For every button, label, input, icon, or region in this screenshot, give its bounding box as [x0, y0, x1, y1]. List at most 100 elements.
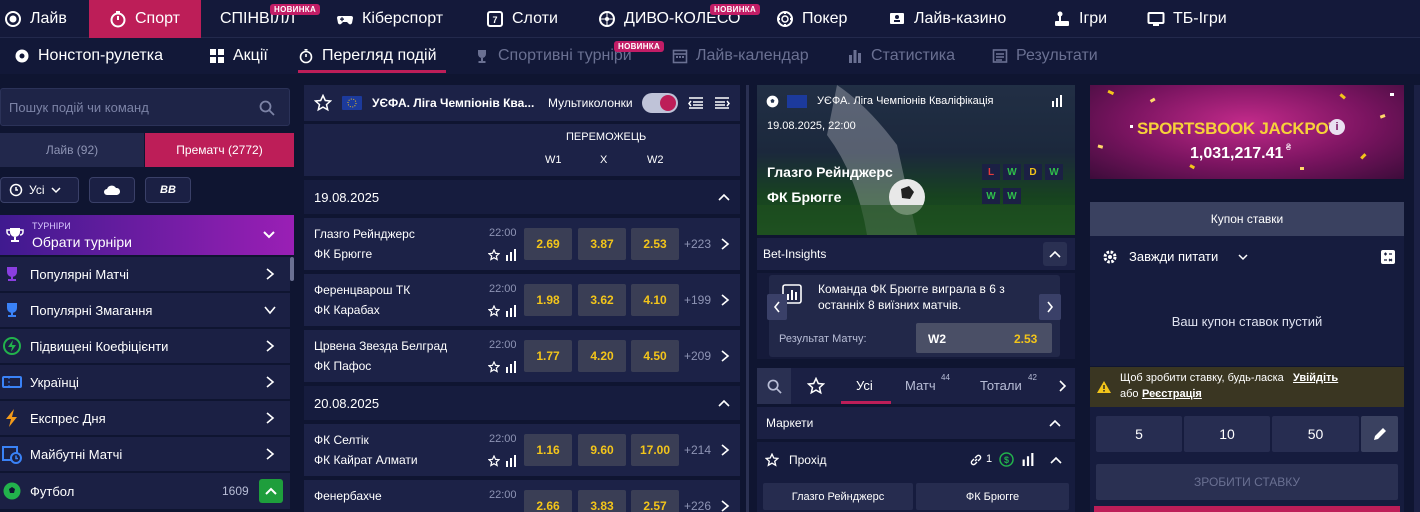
match-row[interactable]: Глазго Рейнджерс ФК Брюгге 22:00 2.69 3.… [304, 218, 740, 270]
subnav-sport-tournaments[interactable]: Спортивні турніри [474, 38, 632, 74]
menu-express-of-day[interactable]: Експрес Дня [0, 401, 290, 435]
match-row[interactable]: ФК Селтік ФК Кайрат Алмати 22:00 1.16 9.… [304, 424, 740, 476]
place-bet-button[interactable]: ЗРОБИТИ СТАВКУ [1096, 464, 1398, 500]
nav-esports[interactable]: Кіберспорт [336, 0, 443, 38]
nav-poker[interactable]: Покер [776, 0, 847, 38]
nav-live-casino[interactable]: Лайв-казино [888, 0, 1006, 38]
info-icon[interactable]: i [1329, 119, 1345, 135]
odd-w1-button[interactable]: 2.69 [524, 228, 572, 260]
nav-tv-games[interactable]: ТБ-Ігри [1147, 0, 1227, 38]
odds-change-select[interactable]: Завжди питати [1129, 249, 1218, 264]
markets-header[interactable]: Маркети [757, 407, 1075, 439]
stats-icon[interactable] [505, 249, 517, 261]
odd-w2-button[interactable]: 4.10 [631, 284, 679, 316]
menu-popular-matches[interactable]: Популярні Матчі [0, 257, 290, 291]
search-icon[interactable] [757, 368, 791, 404]
login-link[interactable]: Увійдіть [1293, 372, 1338, 384]
scrollbar-track[interactable] [1414, 85, 1420, 512]
match-row[interactable]: Црвена Звезда Белград ФК Пафос 22:00 1.7… [304, 330, 740, 382]
tab-live[interactable]: Лайв (92) [0, 133, 144, 167]
subnav-event-view[interactable]: Перегляд подій [298, 38, 437, 74]
star-icon[interactable] [488, 455, 500, 467]
star-icon[interactable] [488, 305, 500, 317]
tab-all[interactable]: Усі [856, 378, 873, 393]
cloud-filter-button[interactable] [89, 177, 135, 203]
tab-totals[interactable]: Тотали [980, 378, 1022, 393]
nav-slots[interactable]: 7 Слоти [486, 0, 558, 38]
outcome-away-button[interactable]: ФК Брюгге [916, 483, 1069, 510]
carousel-prev-button[interactable] [767, 294, 787, 320]
odd-x-button[interactable]: 3.62 [578, 284, 626, 316]
subnav-results[interactable]: Результати [992, 38, 1098, 74]
nav-sport[interactable]: Спорт [89, 0, 201, 38]
odd-w2-button[interactable]: 2.57 [631, 490, 679, 512]
multicolumns-toggle[interactable] [642, 93, 678, 113]
market-tabs: Усі Матч 44 Тотали 42 [757, 368, 1075, 404]
odd-w1-button[interactable]: 1.77 [524, 340, 572, 372]
stake-preset-button[interactable]: 50 [1272, 416, 1359, 452]
nav-games[interactable]: Ігри [1053, 0, 1107, 38]
odd-w2-button[interactable]: 4.50 [631, 340, 679, 372]
carousel-next-button[interactable] [1039, 294, 1061, 320]
tab-match[interactable]: Матч [905, 378, 936, 393]
star-icon[interactable] [314, 94, 332, 112]
stats-icon[interactable] [505, 455, 517, 467]
jackpot-banner[interactable]: SPORTSBOOK JACKPOT i 1,031,217.41 ₴ [1090, 85, 1404, 179]
subnav-nonstop-roulette[interactable]: Нонстоп-рулетка [14, 38, 163, 74]
time-filter-select[interactable]: Усі [0, 177, 79, 203]
insight-odd-button[interactable]: W2 2.53 [916, 323, 1052, 353]
subnav-statistics[interactable]: Статистика [847, 38, 955, 74]
collapse-all-icon[interactable] [688, 95, 704, 111]
chevron-right-icon[interactable] [1059, 379, 1067, 393]
coupon-body: Завжди питати Ваш купон ставок пустий [1090, 236, 1404, 366]
subnav-promotions[interactable]: Акції [209, 38, 268, 74]
odd-x-button[interactable]: 3.87 [578, 228, 626, 260]
menu-popular-competitions[interactable]: Популярні Змагання [0, 293, 290, 327]
menu-ukrainians[interactable]: Українці [0, 365, 290, 399]
date-group-header[interactable]: 19.08.2025 [304, 180, 740, 214]
calculator-icon[interactable] [1380, 249, 1396, 265]
date-group-header[interactable]: 20.08.2025 [304, 386, 740, 420]
stats-icon[interactable] [505, 305, 517, 317]
stake-preset-button[interactable]: 5 [1096, 416, 1182, 452]
stats-icon[interactable] [1051, 95, 1063, 107]
chevron-up-icon[interactable] [1043, 242, 1067, 266]
odd-w1-button[interactable]: 1.98 [524, 284, 572, 316]
stats-icon[interactable] [505, 361, 517, 373]
match-row[interactable]: Фенербахче 22:00 2.66 3.83 2.57 +226 [304, 480, 740, 512]
scrollbar-thumb[interactable] [290, 257, 294, 281]
gear-icon[interactable] [1102, 249, 1118, 265]
chevron-up-icon[interactable] [259, 479, 283, 503]
betbuilder-filter-button[interactable]: BB [145, 177, 191, 203]
menu-upcoming-matches[interactable]: Майбутні Матчі [0, 437, 290, 471]
stake-preset-button[interactable]: 10 [1184, 416, 1270, 452]
chevron-right-icon [720, 237, 730, 251]
odd-w1-button[interactable]: 1.16 [524, 434, 572, 466]
expand-all-icon[interactable] [714, 95, 730, 111]
edit-stakes-button[interactable] [1361, 416, 1398, 452]
tab-prematch[interactable]: Прематч (2772) [145, 133, 294, 167]
odd-w2-button[interactable]: 17.00 [631, 434, 679, 466]
nav-live[interactable]: Лайв [4, 0, 88, 38]
match-row[interactable]: Ференцварош ТК ФК Карабах 22:00 1.98 3.6… [304, 274, 740, 326]
bet-insights-header[interactable]: Bet-Insights [757, 238, 1075, 270]
odd-w1-button[interactable]: 2.66 [524, 490, 572, 512]
menu-boosted-odds[interactable]: Підвищені Коефіцієнти [0, 329, 290, 363]
odd-x-button[interactable]: 4.20 [578, 340, 626, 372]
register-link[interactable]: Реєстрація [1142, 388, 1202, 400]
chevron-down-icon [264, 303, 276, 317]
odd-x-button[interactable]: 9.60 [578, 434, 626, 466]
menu-football[interactable]: Футбол 1609 [0, 473, 290, 509]
outcome-home-button[interactable]: Глазго Рейнджерс [763, 483, 913, 510]
odd-w2-button[interactable]: 2.53 [631, 228, 679, 260]
scrollbar-track[interactable] [746, 85, 749, 512]
subnav-live-calendar[interactable]: Лайв-календар [672, 38, 809, 74]
odd-x-button[interactable]: 3.83 [578, 490, 626, 512]
search-input[interactable]: Пошук подій чи команд [0, 88, 290, 126]
star-icon[interactable] [488, 249, 500, 261]
star-icon[interactable] [765, 453, 779, 467]
tournaments-selector[interactable]: ТУРНІРИ Обрати турніри [0, 215, 294, 255]
stats-icon[interactable] [1021, 453, 1035, 466]
star-icon[interactable] [807, 377, 825, 395]
star-icon[interactable] [488, 361, 500, 373]
